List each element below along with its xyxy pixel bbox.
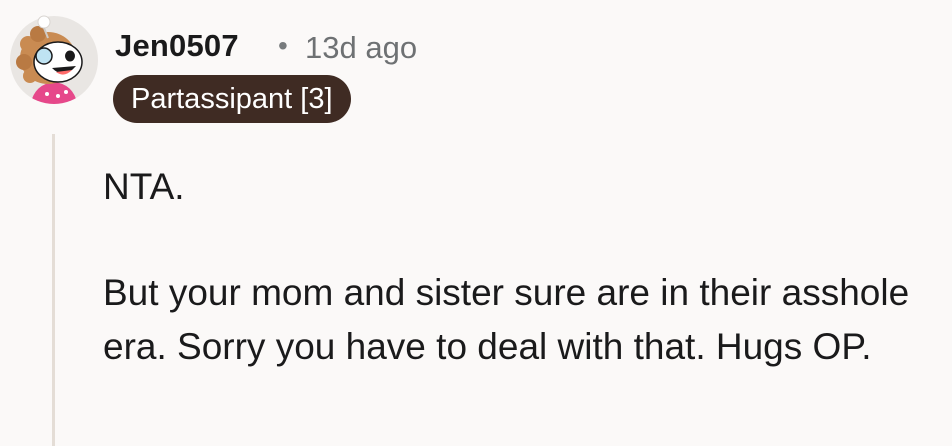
thread-line[interactable] — [52, 134, 55, 446]
comment: Jen0507 • 13d ago Partassipant [3] NTA. … — [0, 0, 952, 446]
comment-paragraph: But your mom and sister sure are in thei… — [103, 272, 910, 367]
username-link[interactable]: Jen0507 — [115, 28, 239, 64]
meta-separator: • — [278, 30, 288, 61]
user-avatar[interactable] — [8, 14, 100, 106]
comment-timestamp[interactable]: 13d ago — [305, 30, 417, 66]
comment-paragraph: NTA. — [103, 166, 185, 207]
comment-body: NTA. But your mom and sister sure are in… — [103, 160, 933, 374]
snoo-avatar-icon — [10, 15, 98, 104]
user-flair-badge: Partassipant [3] — [113, 75, 351, 123]
